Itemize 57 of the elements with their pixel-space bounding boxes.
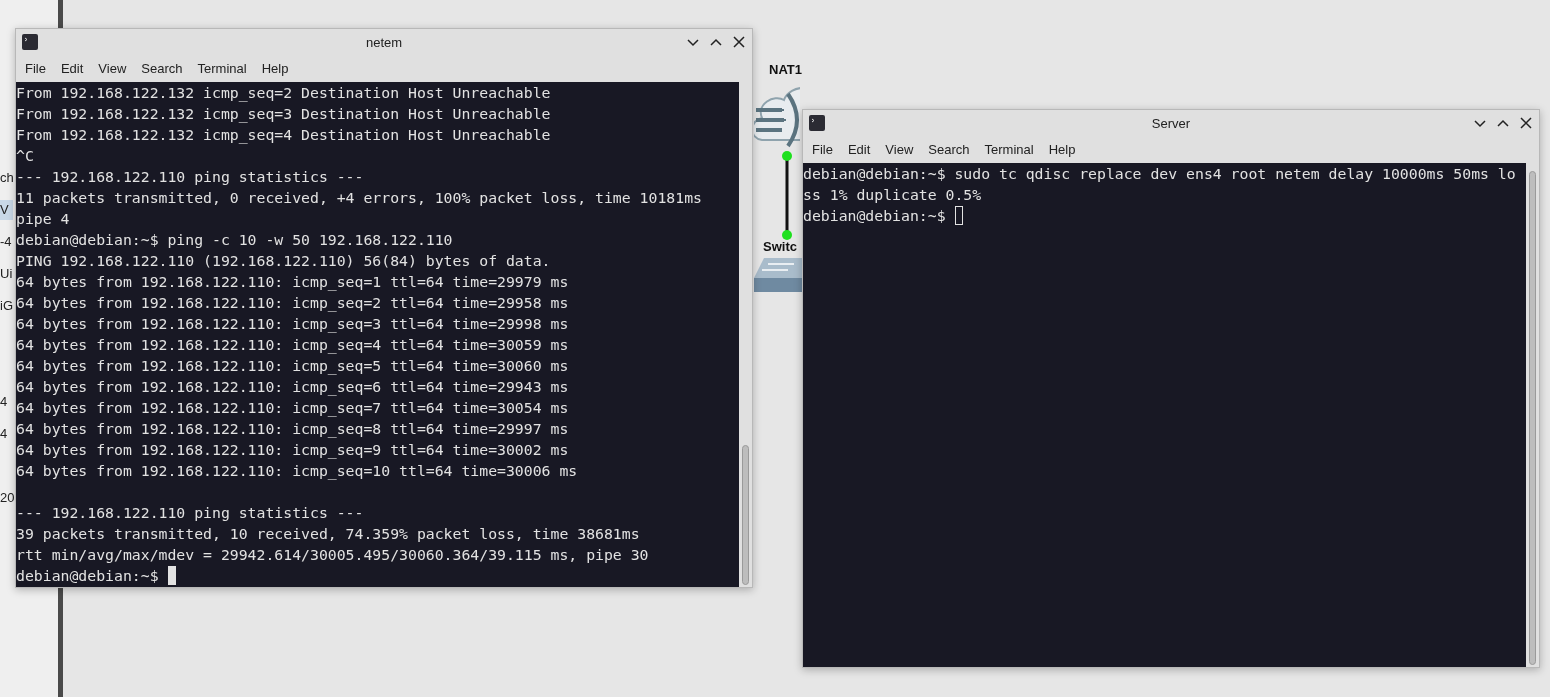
- node-list-label[interactable]: V: [0, 200, 13, 220]
- terminal-line: 64 bytes from 192.168.122.110: icmp_seq=8 ttl=64 time=29997 ms: [16, 419, 569, 439]
- terminal-line: 39 packets transmitted, 10 received, 74.359% packet loss, time 38681ms: [16, 524, 640, 544]
- menu-item[interactable]: View: [878, 142, 922, 157]
- switch-icon[interactable]: [754, 256, 802, 292]
- terminal-line: 64 bytes from 192.168.122.110: icmp_seq=10 ttl=64 time=30006 ms: [16, 461, 578, 481]
- node-list-label[interactable]: ch: [0, 168, 14, 188]
- terminal-icon: [809, 115, 825, 131]
- terminal-line: ^C: [16, 146, 34, 166]
- menu-item[interactable]: Edit: [840, 142, 879, 157]
- terminal-line: debian@debian:~$: [803, 206, 946, 226]
- menu-item[interactable]: View: [91, 61, 135, 76]
- terminal-line: 64 bytes from 192.168.122.110: icmp_seq=9 ttl=64 time=30002 ms: [16, 440, 569, 460]
- node-label: NAT1: [769, 62, 802, 77]
- menu-item[interactable]: Terminal: [977, 142, 1042, 157]
- menu-item[interactable]: File: [18, 61, 54, 76]
- terminal-line: debian@debian:~$ sudo tc qdisc replace dev ens4 root netem delay 10000ms 50ms lo: [803, 164, 1516, 184]
- scrollbar-thumb[interactable]: [742, 445, 749, 585]
- terminal-line: pipe 4: [16, 209, 70, 229]
- terminal-line: debian@debian:~$ ping -c 10 -w 50 192.168.122.110: [16, 230, 453, 250]
- terminal-line: From 192.168.122.132 icmp_seq=3 Destination Host Unreachable: [16, 104, 551, 124]
- window-title: Server: [1151, 115, 1191, 131]
- terminal-line: ss 1% duplicate 0.5%: [803, 185, 982, 205]
- node-list-label[interactable]: 4: [0, 392, 8, 412]
- menu-item[interactable]: Help: [254, 61, 297, 76]
- terminal-line: 64 bytes from 192.168.122.110: icmp_seq=2 ttl=64 time=29958 ms: [16, 293, 569, 313]
- terminal-line: rtt min/avg/max/mdev = 29942.614/30005.495/30060.364/39.115 ms, pipe 30: [16, 545, 649, 565]
- menu-item[interactable]: File: [805, 142, 841, 157]
- scrollbar-thumb[interactable]: [1529, 171, 1536, 665]
- close-icon[interactable]: [1519, 116, 1533, 130]
- node-list-label[interactable]: Ui: [0, 264, 13, 284]
- terminal-line: 64 bytes from 192.168.122.110: icmp_seq=1 ttl=64 time=29979 ms: [16, 272, 569, 292]
- terminal-line: From 192.168.122.132 icmp_seq=2 Destination Host Unreachable: [16, 83, 551, 103]
- window-title: netem: [365, 34, 403, 50]
- menu-item[interactable]: Search: [134, 61, 191, 76]
- close-icon[interactable]: [732, 35, 746, 49]
- terminal-line: debian@debian:~$: [16, 566, 159, 586]
- terminal-icon: [22, 34, 38, 50]
- node-list-label[interactable]: 4: [0, 424, 8, 444]
- menu-item[interactable]: Edit: [53, 61, 92, 76]
- terminal-line: 64 bytes from 192.168.122.110: icmp_seq=3 ttl=64 time=29998 ms: [16, 314, 569, 334]
- menu-item[interactable]: Search: [921, 142, 978, 157]
- terminal-line: 64 bytes from 192.168.122.110: icmp_seq=5 ttl=64 time=30060 ms: [16, 356, 569, 376]
- terminal-line: 11 packets transmitted, 0 received, +4 errors, 100% packet loss, time 10181ms: [16, 188, 702, 208]
- node-label: Switc: [763, 239, 797, 254]
- terminal-line: PING 192.168.122.110 (192.168.122.110) 56(84) bytes of data.: [16, 251, 551, 271]
- terminal-line: 64 bytes from 192.168.122.110: icmp_seq=4 ttl=64 time=30059 ms: [16, 335, 569, 355]
- menu-item[interactable]: Help: [1041, 142, 1084, 157]
- node-list-label[interactable]: iG: [0, 296, 13, 316]
- terminal-line: --- 192.168.122.110 ping statistics ---: [16, 503, 364, 523]
- node-list-label[interactable]: -4: [0, 232, 12, 252]
- terminal-line: 64 bytes from 192.168.122.110: icmp_seq=7 ttl=64 time=30054 ms: [16, 398, 569, 418]
- node-list-label[interactable]: 20: [0, 488, 15, 508]
- terminal-line: 64 bytes from 192.168.122.110: icmp_seq=6 ttl=64 time=29943 ms: [16, 377, 569, 397]
- menu-item[interactable]: Terminal: [190, 61, 255, 76]
- terminal-line: From 192.168.122.132 icmp_seq=4 Destination Host Unreachable: [16, 125, 551, 145]
- terminal-line: --- 192.168.122.110 ping statistics ---: [16, 167, 364, 187]
